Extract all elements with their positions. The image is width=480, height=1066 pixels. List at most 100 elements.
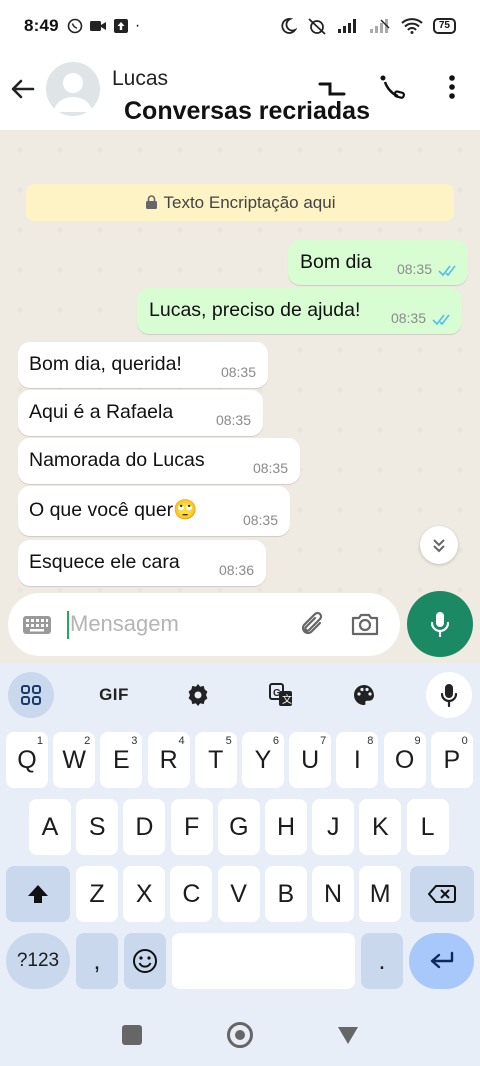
contact-name[interactable]: Lucas xyxy=(112,67,168,91)
key-e[interactable]: E3 xyxy=(100,732,143,788)
key-y[interactable]: Y6 xyxy=(242,732,284,788)
grid-apps-icon xyxy=(21,685,41,705)
key-h[interactable]: H xyxy=(265,799,307,855)
message-time: 08:35 xyxy=(396,261,432,277)
text-caret xyxy=(67,611,69,639)
whatsapp-notification-icon xyxy=(67,18,83,34)
key-j[interactable]: J xyxy=(312,799,355,855)
arrow-left-icon xyxy=(11,79,35,99)
key-p[interactable]: P0 xyxy=(430,732,473,788)
key-hint: 8 xyxy=(367,735,374,747)
double-check-icon xyxy=(438,265,456,277)
voice-message-button[interactable] xyxy=(407,591,473,657)
key-k[interactable]: K xyxy=(359,799,402,855)
theme-button[interactable] xyxy=(341,672,387,718)
message-text: Namorada do Lucas xyxy=(29,449,205,471)
back-triangle-icon[interactable] xyxy=(336,1025,360,1045)
scroll-to-bottom-button[interactable] xyxy=(420,526,458,564)
shift-arrow-icon xyxy=(28,885,48,903)
signal-icon xyxy=(337,19,356,33)
keyboard-apps-button[interactable] xyxy=(8,672,54,718)
message-text: Bom dia, querida! xyxy=(29,353,182,375)
more-vertical-icon xyxy=(449,75,455,99)
key-l[interactable]: L xyxy=(406,799,449,855)
message-bubble-incoming[interactable]: Aqui é a Rafaela 08:35 xyxy=(18,390,263,436)
key-w[interactable]: W2 xyxy=(53,732,96,788)
message-text: Lucas, preciso de ajuda! xyxy=(149,299,361,321)
symbols-key[interactable]: ?123 xyxy=(6,933,70,989)
video-notification-icon xyxy=(89,21,106,31)
key-x[interactable]: X xyxy=(123,866,166,922)
key-c[interactable]: C xyxy=(170,866,213,922)
translate-button[interactable]: G文 xyxy=(258,672,304,718)
palette-icon xyxy=(354,685,374,705)
key-b[interactable]: B xyxy=(264,866,307,922)
key-g[interactable]: G xyxy=(217,799,260,855)
key-d[interactable]: D xyxy=(123,799,166,855)
system-navigation-bar xyxy=(0,1003,480,1066)
gif-button[interactable]: GIF xyxy=(91,672,137,718)
message-input[interactable]: Mensagem xyxy=(70,611,179,637)
message-text: Aqui é a Rafaela xyxy=(29,401,174,423)
keyboard-icon[interactable] xyxy=(22,615,52,635)
key-s[interactable]: S xyxy=(76,799,119,855)
key-z[interactable]: Z xyxy=(76,866,118,922)
message-bubble-outgoing[interactable]: Lucas, preciso de ajuda! 08:35 xyxy=(137,288,462,334)
shift-key[interactable] xyxy=(6,866,70,922)
avatar[interactable] xyxy=(46,62,100,116)
period-key[interactable]: . xyxy=(361,933,403,989)
chat-area[interactable]: Texto Encriptação aqui Bom dia 08:35 Luc… xyxy=(0,130,480,663)
message-time: 08:35 xyxy=(242,512,278,528)
alarm-off-icon xyxy=(308,18,326,35)
paperclip-icon[interactable] xyxy=(298,609,328,641)
enter-arrow-icon xyxy=(430,951,453,969)
key-hint: 9 xyxy=(414,735,421,747)
key-f[interactable]: F xyxy=(170,799,213,855)
video-call-button[interactable] xyxy=(318,70,350,104)
message-bubble-incoming[interactable]: Bom dia, querida! 08:35 xyxy=(18,342,268,388)
key-hint: 3 xyxy=(131,735,138,747)
enter-key[interactable] xyxy=(409,933,474,989)
battery-indicator: 75 xyxy=(432,18,456,34)
message-bubble-incoming[interactable]: Esquece ele cara 08:36 xyxy=(18,540,266,586)
more-options-button[interactable] xyxy=(436,70,468,104)
emoji-key[interactable] xyxy=(124,933,166,989)
key-m[interactable]: M xyxy=(359,866,402,922)
status-time: 8:49 xyxy=(24,16,59,35)
key-n[interactable]: N xyxy=(312,866,354,922)
message-bubble-incoming[interactable]: Namorada do Lucas 08:35 xyxy=(18,438,300,484)
key-v[interactable]: V xyxy=(217,866,260,922)
comma-key[interactable]: , xyxy=(76,933,118,989)
key-i[interactable]: I8 xyxy=(336,732,379,788)
backspace-key[interactable] xyxy=(410,866,474,922)
chat-header: Lucas Conversas recriadas xyxy=(0,52,480,130)
key-hint: 0 xyxy=(461,735,468,747)
voice-typing-button[interactable] xyxy=(426,672,472,718)
key-u[interactable]: U7 xyxy=(289,732,332,788)
message-time: 08:36 xyxy=(218,562,254,578)
message-composer[interactable]: Mensagem xyxy=(8,593,400,656)
microphone-icon xyxy=(440,684,458,707)
home-button[interactable] xyxy=(227,1022,253,1048)
key-o[interactable]: O9 xyxy=(383,732,426,788)
smiley-icon xyxy=(133,949,157,973)
key-q[interactable]: Q1 xyxy=(6,732,48,788)
message-bubble-incoming[interactable]: O que você quer🙄 08:35 xyxy=(18,486,290,536)
keyboard-settings-button[interactable] xyxy=(175,672,221,718)
svg-text:文: 文 xyxy=(282,693,292,706)
default-avatar-icon xyxy=(54,73,92,112)
lock-icon xyxy=(145,195,157,209)
spacebar-key[interactable] xyxy=(172,933,355,989)
message-time: 08:35 xyxy=(390,310,426,326)
camera-icon[interactable] xyxy=(350,609,380,639)
key-r[interactable]: R4 xyxy=(147,732,190,788)
on-screen-keyboard: GIF G文 Q1W2E3R4T5Y6U7I8O9P0 ASDFGHJKL ZX… xyxy=(0,663,480,1003)
back-button[interactable] xyxy=(8,74,38,104)
key-a[interactable]: A xyxy=(29,799,71,855)
encryption-banner[interactable]: Texto Encriptação aqui xyxy=(26,184,454,221)
message-time: 08:35 xyxy=(220,364,256,380)
message-bubble-outgoing[interactable]: Bom dia 08:35 xyxy=(288,240,468,285)
voice-call-button[interactable] xyxy=(376,70,408,104)
key-t[interactable]: T5 xyxy=(194,732,237,788)
recents-button[interactable] xyxy=(122,1025,142,1045)
